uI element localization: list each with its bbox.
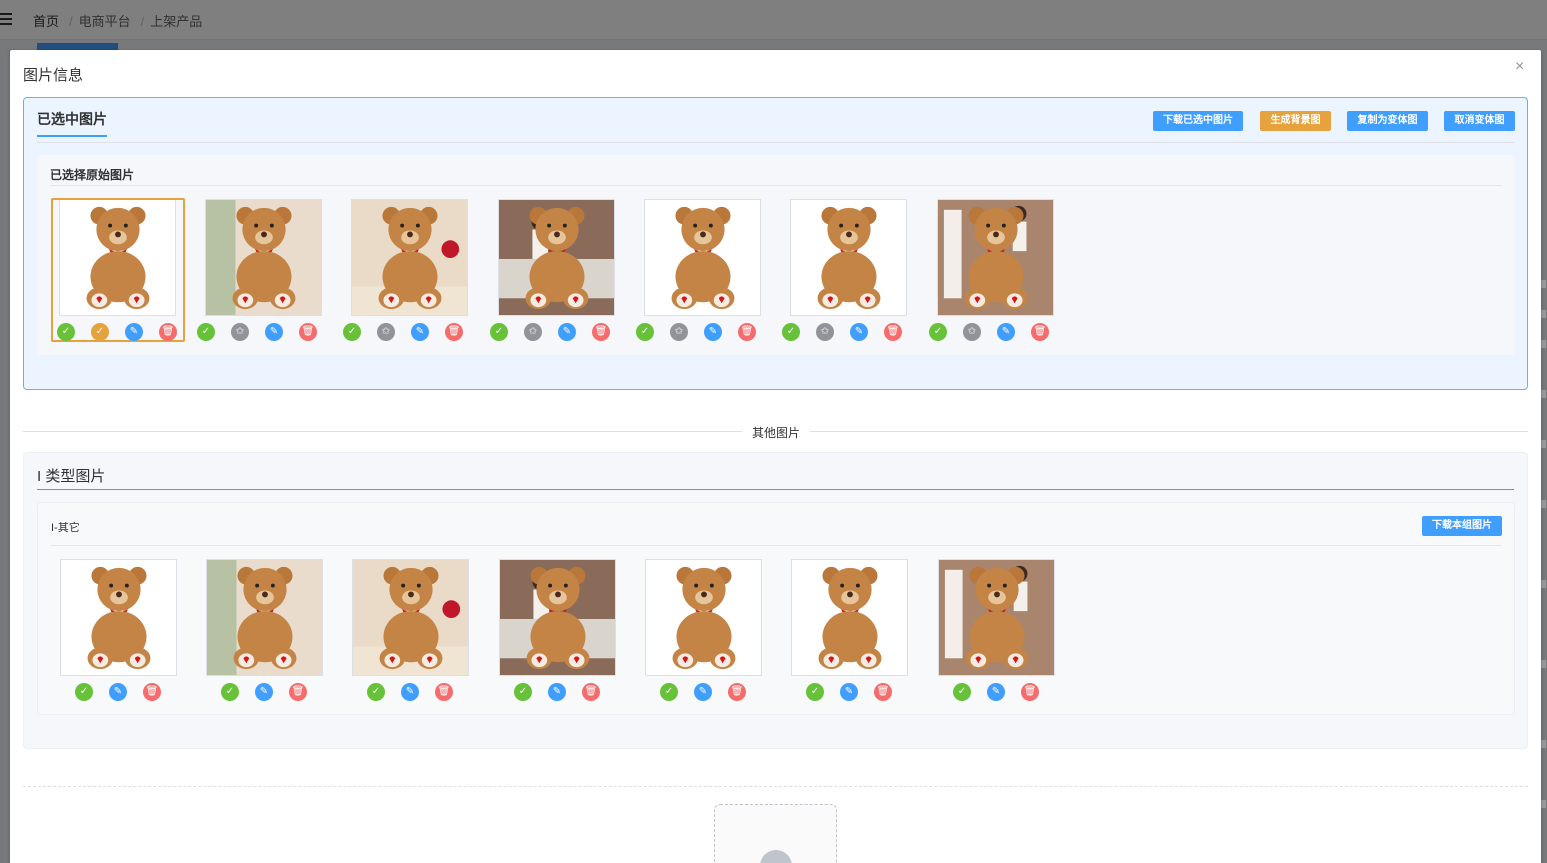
image-info-dialog: 图片信息 × 已选中图片 下载已选中图片 生成背景图 复制为变体图 取消变体图 … [10, 50, 1541, 863]
delete-icon[interactable]: 🗑 [592, 323, 610, 341]
edit-icon[interactable]: ✎ [548, 683, 566, 701]
check-icon[interactable]: ✓ [806, 683, 824, 701]
thumbnail-teddy-on-chair[interactable] [206, 559, 323, 676]
check-icon[interactable]: ✓ [782, 323, 800, 341]
edit-icon[interactable]: ✎ [125, 323, 143, 341]
selected-images-title: 已选中图片 [37, 109, 107, 137]
delete-icon[interactable]: 🗑 [1031, 323, 1049, 341]
dialog-title: 图片信息 [23, 67, 84, 84]
cancel-variant-button[interactable]: 取消变体图 [1444, 111, 1515, 131]
star-icon[interactable]: ✩ [963, 323, 981, 341]
thumbnail-girl-with-teddy-love-blocks[interactable] [937, 199, 1054, 316]
upload-divider [23, 786, 1528, 787]
original-images-title: 已选择原始图片 [50, 168, 135, 182]
edit-icon[interactable]: ✎ [558, 323, 576, 341]
thumbnail-teddy-front-white[interactable] [790, 199, 907, 316]
delete-icon[interactable]: 🗑 [435, 683, 453, 701]
download-group-button[interactable]: 下载本组图片 [1422, 516, 1502, 536]
edit-icon[interactable]: ✎ [694, 683, 712, 701]
check-icon[interactable]: ✓ [57, 323, 75, 341]
edit-icon[interactable]: ✎ [401, 683, 419, 701]
thumbnail-teddy-with-roses[interactable] [352, 559, 469, 676]
thumbnail-teddy-white-bg[interactable] [60, 559, 177, 676]
edit-icon[interactable]: ✎ [997, 323, 1015, 341]
edit-icon[interactable]: ✎ [255, 683, 273, 701]
check-icon[interactable]: ✓ [75, 683, 93, 701]
card-divider [50, 185, 1502, 186]
delete-icon[interactable]: 🗑 [143, 683, 161, 701]
check-icon[interactable]: ✓ [367, 683, 385, 701]
group-title: I-其它 [51, 522, 80, 534]
star-icon[interactable]: ✩ [816, 323, 834, 341]
thumbnail-teddy-front-white[interactable] [791, 559, 908, 676]
other-images-label: 其他图片 [742, 424, 811, 441]
check-icon[interactable]: ✓ [953, 683, 971, 701]
thumbnail-girl-on-sofa-with-teddy[interactable] [499, 559, 616, 676]
check-icon[interactable]: ✓ [197, 323, 215, 341]
delete-icon[interactable]: 🗑 [159, 323, 177, 341]
star-icon[interactable]: ✩ [231, 323, 249, 341]
delete-icon[interactable]: 🗑 [884, 323, 902, 341]
thumbnail-girl-with-teddy-love-blocks[interactable] [938, 559, 1055, 676]
check-icon[interactable]: ✓ [514, 683, 532, 701]
upload-icon [760, 850, 792, 863]
delete-icon[interactable]: 🗑 [299, 323, 317, 341]
star-icon[interactable]: ✩ [377, 323, 395, 341]
edit-icon[interactable]: ✎ [704, 323, 722, 341]
delete-icon[interactable]: 🗑 [582, 683, 600, 701]
edit-icon[interactable]: ✎ [987, 683, 1005, 701]
section-divider [37, 142, 1514, 143]
delete-icon[interactable]: 🗑 [1021, 683, 1039, 701]
group-card: I-其它 下载本组图片 ✓ ✎ 🗑 ✓ ✎ 🗑 ✓ ✎ 🗑 ✓ ✎ 🗑 ✓ ✎ 🗑 ✓ ✎ 🗑 ✓ ✎ 🗑 [37, 502, 1515, 715]
check-icon[interactable]: ✓ [91, 323, 109, 341]
check-icon[interactable]: ✓ [660, 683, 678, 701]
check-icon[interactable]: ✓ [490, 323, 508, 341]
type-title-underline [37, 489, 1514, 490]
edit-icon[interactable]: ✎ [265, 323, 283, 341]
star-icon[interactable]: ✩ [524, 323, 542, 341]
thumbnail-teddy-sitting-white[interactable] [644, 199, 761, 316]
edit-icon[interactable]: ✎ [840, 683, 858, 701]
type-images-title: I 类型图片 [37, 468, 106, 485]
thumbnail-teddy-with-roses[interactable] [351, 199, 468, 316]
delete-icon[interactable]: 🗑 [445, 323, 463, 341]
check-icon[interactable]: ✓ [343, 323, 361, 341]
type-images-section: I 类型图片 I-其它 下载本组图片 ✓ ✎ 🗑 ✓ ✎ 🗑 ✓ ✎ 🗑 ✓ ✎ 🗑 ✓ ✎ 🗑 ✓ ✎ 🗑 ✓ ✎ 🗑 [23, 452, 1528, 749]
upload-area[interactable] [714, 804, 837, 863]
download-selected-button[interactable]: 下载已选中图片 [1153, 111, 1243, 131]
check-icon[interactable]: ✓ [929, 323, 947, 341]
delete-icon[interactable]: 🗑 [728, 683, 746, 701]
check-icon[interactable]: ✓ [221, 683, 239, 701]
check-icon[interactable]: ✓ [636, 323, 654, 341]
thumbnail-girl-on-sofa-with-teddy[interactable] [498, 199, 615, 316]
thumbnail-teddy-sitting-white[interactable] [645, 559, 762, 676]
close-icon[interactable]: × [1515, 59, 1529, 75]
original-images-card: 已选择原始图片 ✓ ✓ ✎ 🗑 ✓ ✩ ✎ 🗑 ✓ ✩ ✎ 🗑 ✓ ✩ ✎ 🗑 ✓ ✩ ✎ 🗑 ✓ ✩ ✎ 🗑 ✓ ✩ ✎ 🗑 [37, 155, 1515, 355]
edit-icon[interactable]: ✎ [850, 323, 868, 341]
delete-icon[interactable]: 🗑 [738, 323, 756, 341]
generate-background-button[interactable]: 生成背景图 [1260, 111, 1331, 131]
selected-frame [51, 198, 185, 342]
thumbnail-teddy-on-chair[interactable] [205, 199, 322, 316]
card-divider [51, 545, 1501, 546]
selected-images-section: 已选中图片 下载已选中图片 生成背景图 复制为变体图 取消变体图 已选择原始图片… [23, 97, 1528, 390]
star-icon[interactable]: ✩ [670, 323, 688, 341]
delete-icon[interactable]: 🗑 [874, 683, 892, 701]
copy-as-variant-button[interactable]: 复制为变体图 [1347, 111, 1428, 131]
delete-icon[interactable]: 🗑 [289, 683, 307, 701]
edit-icon[interactable]: ✎ [411, 323, 429, 341]
edit-icon[interactable]: ✎ [109, 683, 127, 701]
